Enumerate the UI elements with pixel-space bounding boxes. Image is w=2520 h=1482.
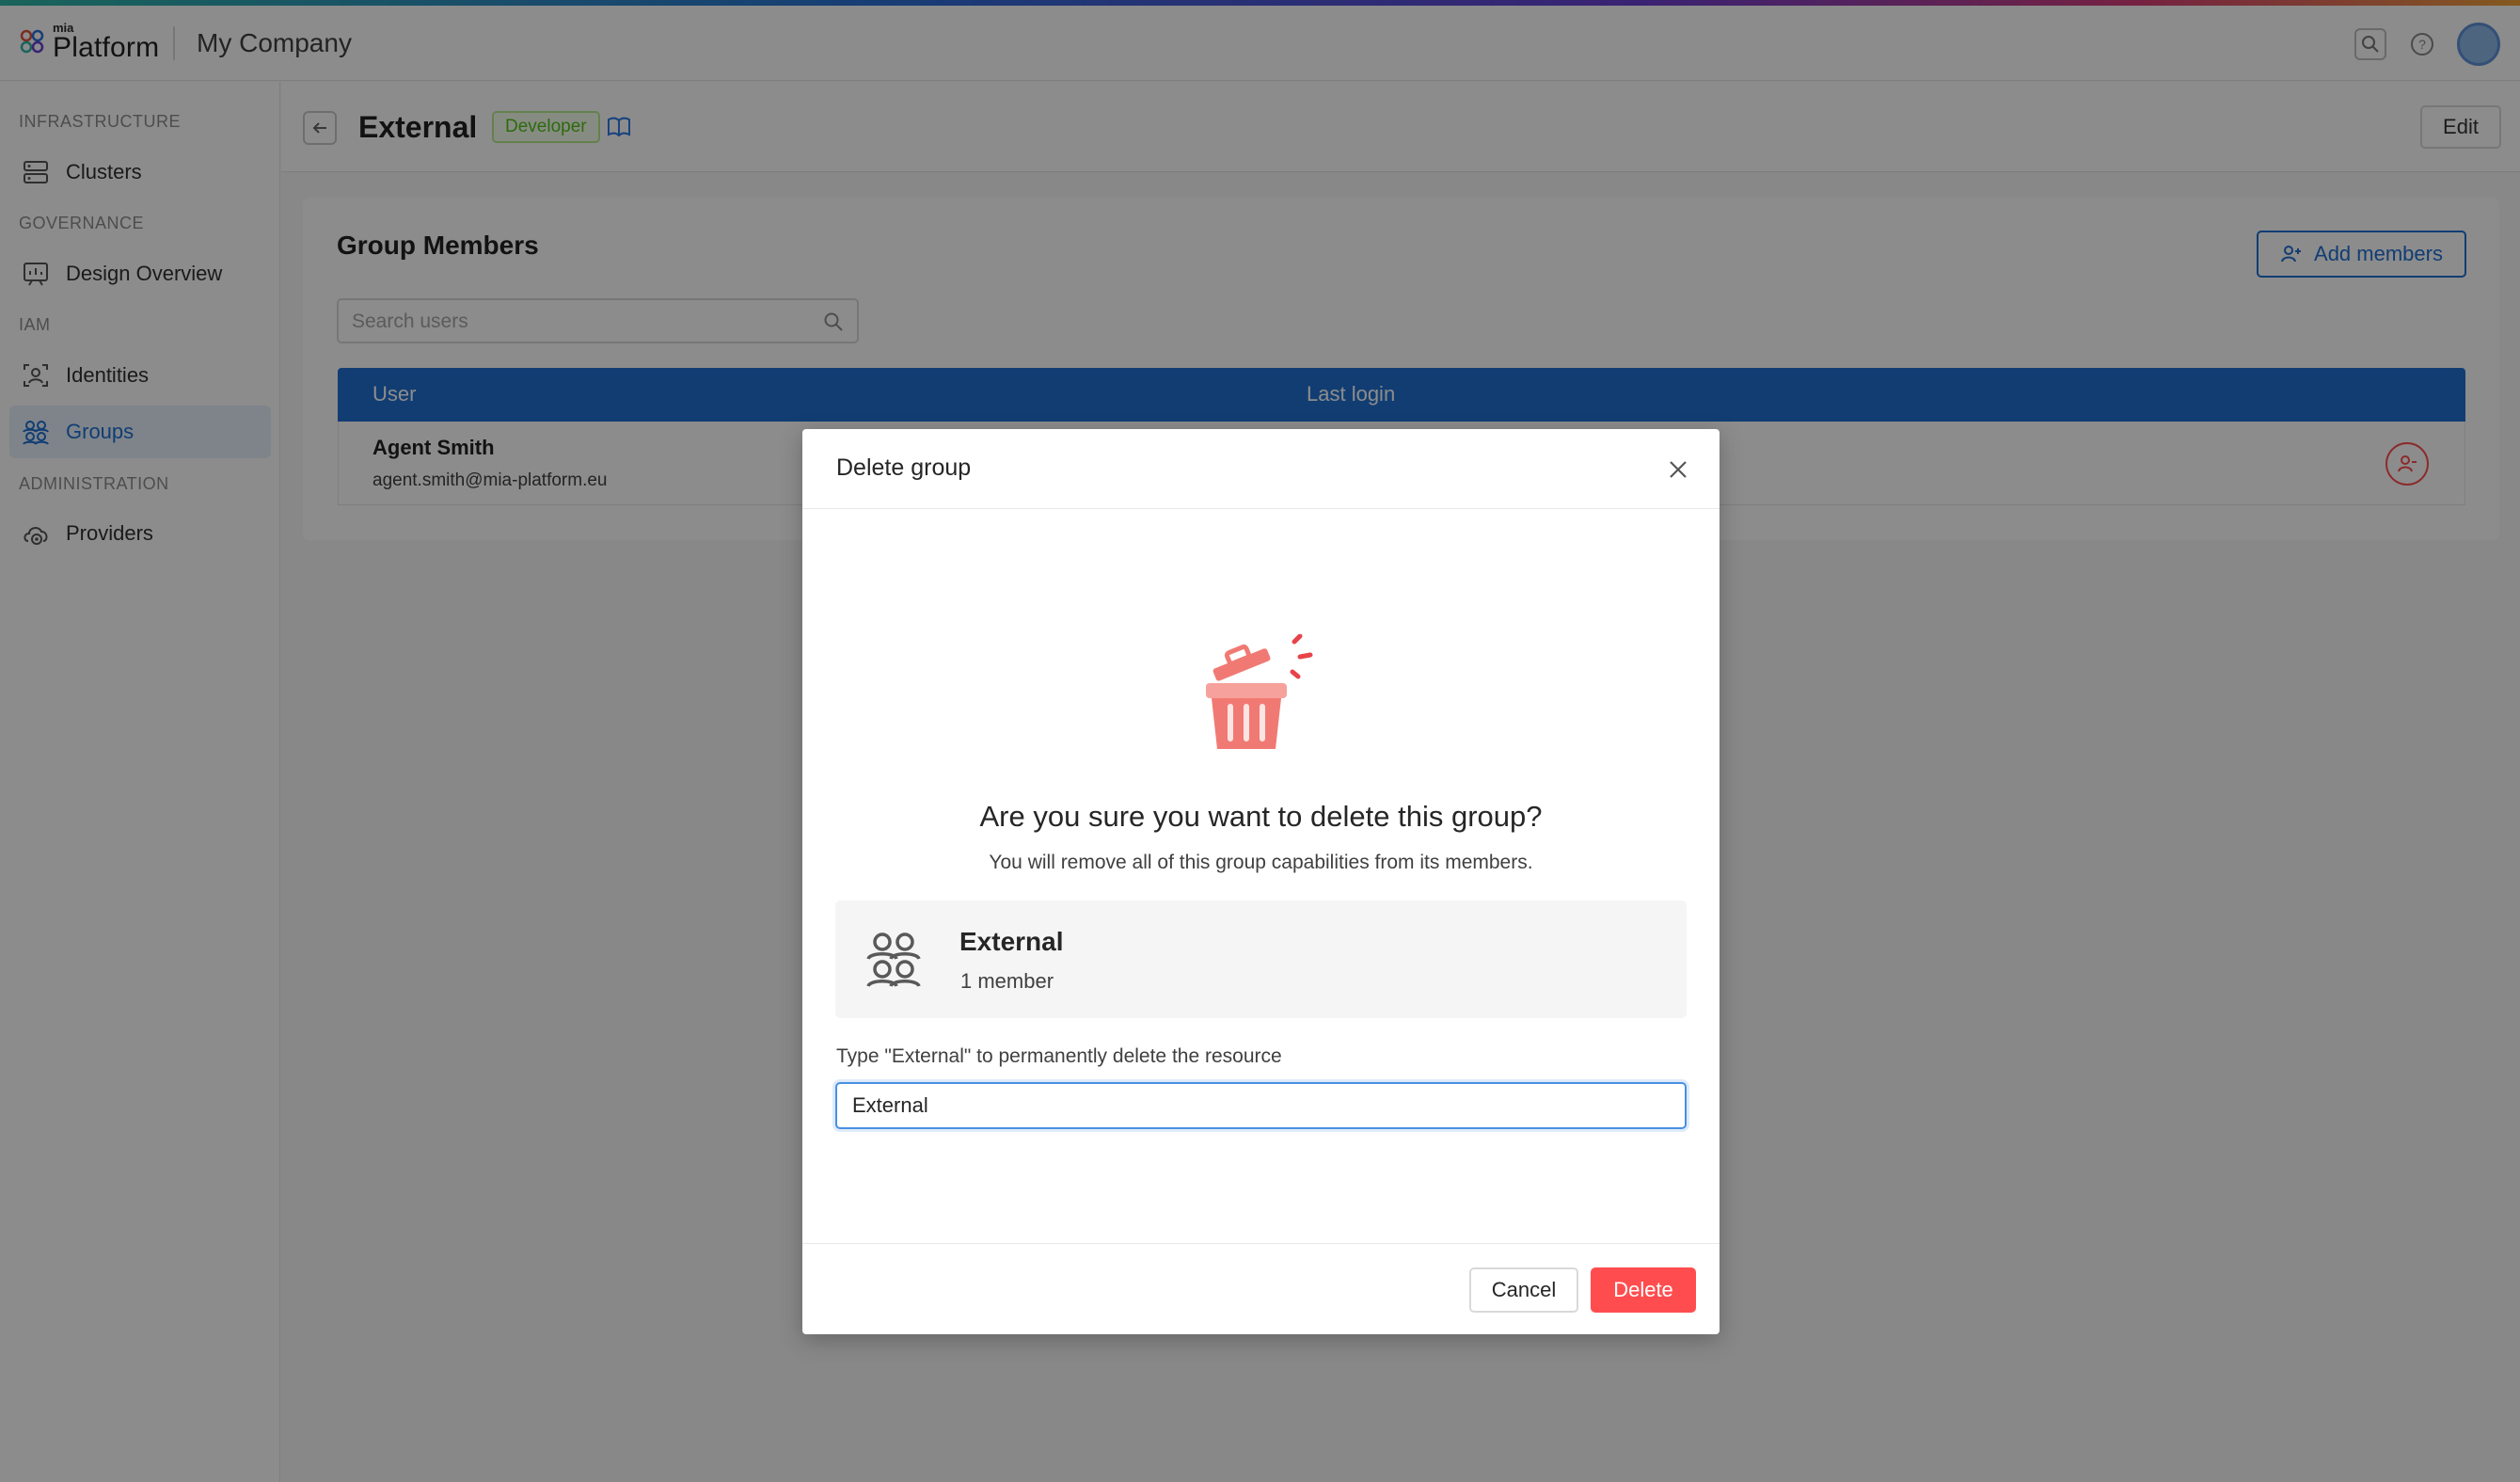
confirm-input-label: Type "External" to permanently delete th… bbox=[836, 1045, 1282, 1067]
confirm-name-input[interactable] bbox=[835, 1082, 1687, 1129]
cancel-button[interactable]: Cancel bbox=[1469, 1267, 1578, 1313]
close-icon[interactable] bbox=[1666, 457, 1690, 482]
confirm-description: You will remove all of this group capabi… bbox=[989, 852, 1533, 873]
group-icon bbox=[866, 932, 921, 988]
delete-group-modal: Delete group Are you sure you want to de… bbox=[802, 429, 1720, 1334]
modal-footer-divider bbox=[802, 1243, 1720, 1244]
group-summary-name: External bbox=[959, 927, 1064, 956]
trash-icon bbox=[1206, 634, 1313, 749]
confirm-heading: Are you sure you want to delete this gro… bbox=[979, 800, 1543, 833]
delete-button[interactable]: Delete bbox=[1591, 1267, 1696, 1313]
group-summary-box bbox=[835, 900, 1687, 1018]
group-summary-member-count: 1 member bbox=[960, 969, 1054, 993]
modal-title: Delete group bbox=[836, 454, 972, 481]
